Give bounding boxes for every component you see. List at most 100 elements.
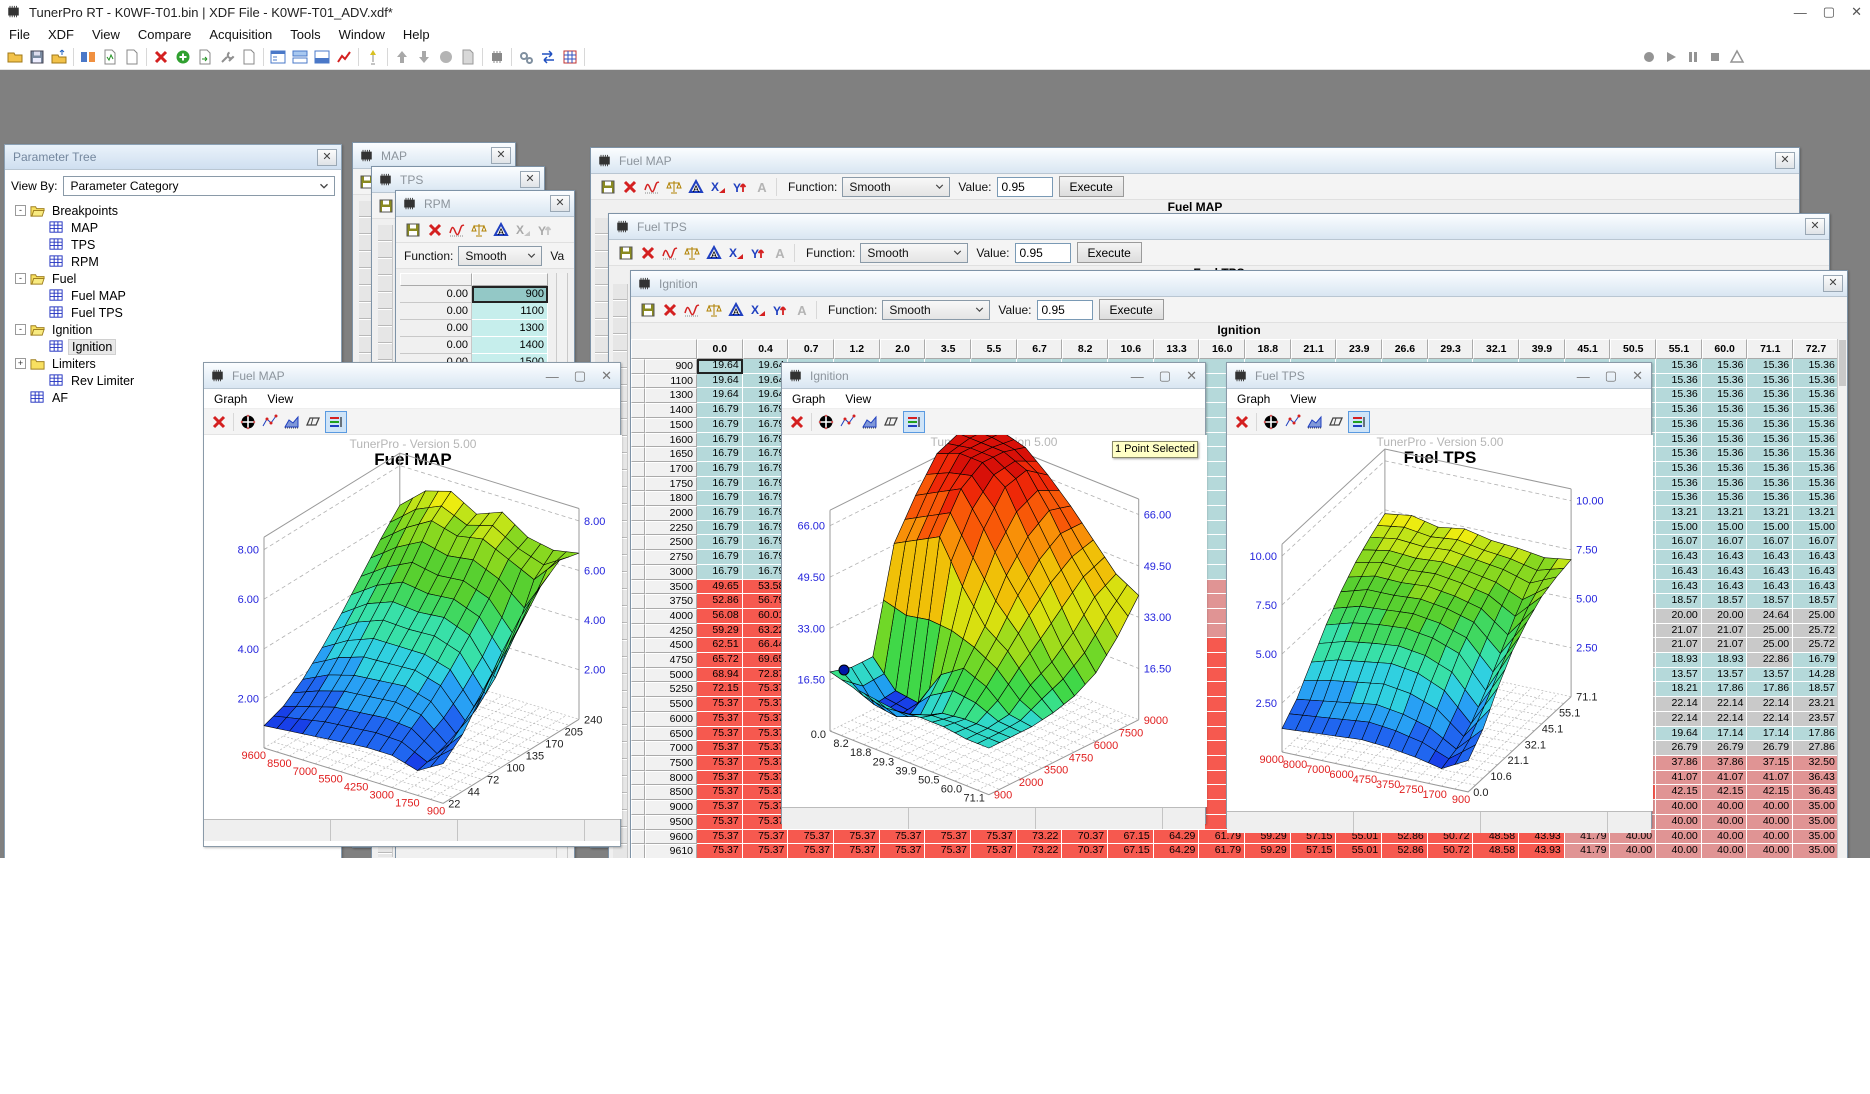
menu-view[interactable]: View bbox=[1280, 392, 1326, 406]
ignition-cell[interactable]: 75.37 bbox=[697, 727, 743, 742]
fuel-tps-graph-titlebar[interactable]: Fuel TPS —▢✕ bbox=[1227, 363, 1651, 389]
col-header[interactable]: 0.4 bbox=[743, 339, 789, 359]
ignition-cell[interactable]: 15.00 bbox=[1702, 521, 1748, 536]
ignition-cell[interactable]: 13.21 bbox=[1702, 506, 1748, 521]
row-header[interactable]: 1800 bbox=[645, 491, 697, 506]
ignition-cell[interactable]: 75.37 bbox=[697, 712, 743, 727]
delete-x-button[interactable] bbox=[150, 46, 172, 68]
ignition-cell[interactable]: 22.14 bbox=[1747, 712, 1793, 727]
ignition-cell[interactable]: 15.00 bbox=[1656, 521, 1702, 536]
menu-graph[interactable]: Graph bbox=[204, 392, 257, 406]
tree-item-ignition[interactable]: Ignition bbox=[11, 338, 335, 355]
ignition-cell[interactable]: 75.37 bbox=[697, 815, 743, 830]
ignition-cell[interactable]: 22.86 bbox=[1747, 653, 1793, 668]
function-select[interactable]: Smooth bbox=[842, 177, 950, 197]
collapse-icon[interactable]: - bbox=[15, 273, 26, 284]
ignition-cell[interactable]: 42.15 bbox=[1747, 785, 1793, 800]
fuel-map-window-titlebar[interactable]: Fuel MAP ✕ bbox=[591, 148, 1799, 174]
ignition-cell[interactable]: 36.43 bbox=[1793, 771, 1839, 786]
ignition-cell[interactable]: 40.00 bbox=[1702, 844, 1748, 858]
fuel-map-3d-surface[interactable]: TunerPro - Version 5.00Fuel MAP2.002.004… bbox=[204, 435, 622, 819]
ignition-cell[interactable]: 72.15 bbox=[697, 682, 743, 697]
col-header[interactable]: 50.5 bbox=[1610, 339, 1656, 359]
value-input[interactable] bbox=[997, 177, 1053, 197]
close-icon[interactable]: ✕ bbox=[491, 147, 511, 164]
ignition-cell[interactable]: 18.57 bbox=[1793, 594, 1839, 609]
ignition-cell[interactable]: 68.94 bbox=[697, 668, 743, 683]
save-olive-icon[interactable] bbox=[378, 198, 394, 214]
ignition-cell[interactable]: 19.64 bbox=[1656, 727, 1702, 742]
arrow-up-button[interactable] bbox=[391, 46, 413, 68]
ignition-cell[interactable]: 22.14 bbox=[1656, 712, 1702, 727]
plane-3d-button[interactable] bbox=[881, 411, 903, 433]
move-target-button[interactable] bbox=[815, 411, 837, 433]
row-header[interactable]: 5000 bbox=[645, 668, 697, 683]
ignition-cell[interactable]: 41.07 bbox=[1656, 771, 1702, 786]
col-header[interactable]: 21.1 bbox=[1291, 339, 1337, 359]
ignition-cell[interactable]: 15.36 bbox=[1747, 418, 1793, 433]
x-gray-button[interactable]: X bbox=[512, 219, 534, 241]
ignition-cell[interactable]: 16.79 bbox=[697, 477, 743, 492]
ignition-cell[interactable]: 22.14 bbox=[1702, 697, 1748, 712]
ignition-cell[interactable]: 41.07 bbox=[1747, 771, 1793, 786]
ignition-cell[interactable]: 42.15 bbox=[1656, 785, 1702, 800]
rpm-left-cell[interactable]: 0.00 bbox=[400, 286, 472, 303]
ignition-cell[interactable]: 15.36 bbox=[1793, 418, 1839, 433]
scales-button[interactable] bbox=[681, 242, 703, 264]
ignition-cell[interactable]: 35.00 bbox=[1793, 815, 1839, 830]
x-axis-button[interactable]: X bbox=[725, 242, 747, 264]
row-header[interactable]: 6500 bbox=[645, 727, 697, 742]
compare-button[interactable] bbox=[77, 46, 99, 68]
col-header[interactable]: 0.7 bbox=[788, 339, 834, 359]
ignition-cell[interactable]: 16.43 bbox=[1656, 550, 1702, 565]
y-axis-button[interactable]: Y bbox=[747, 242, 769, 264]
ignition-cell[interactable]: 67.15 bbox=[1108, 830, 1154, 845]
tri-a-button[interactable]: A bbox=[685, 176, 707, 198]
ignition-cell[interactable]: 16.43 bbox=[1702, 565, 1748, 580]
ignition-cell[interactable]: 75.37 bbox=[743, 830, 789, 845]
ignition-cell[interactable]: 75.37 bbox=[971, 830, 1017, 845]
ignition-cell[interactable]: 23.21 bbox=[1793, 697, 1839, 712]
ignition-cell[interactable]: 26.79 bbox=[1656, 741, 1702, 756]
ignition-cell[interactable]: 21.07 bbox=[1656, 624, 1702, 639]
col-header[interactable]: 45.1 bbox=[1565, 339, 1611, 359]
col-header[interactable]: 8.2 bbox=[1062, 339, 1108, 359]
add-circle-button[interactable] bbox=[172, 46, 194, 68]
rpm-value-cell[interactable]: 1100 bbox=[472, 303, 548, 320]
ignition-cell[interactable]: 16.43 bbox=[1747, 565, 1793, 580]
row-header[interactable]: 9600 bbox=[645, 830, 697, 845]
ignition-cell[interactable]: 21.07 bbox=[1702, 638, 1748, 653]
col-header[interactable]: 29.3 bbox=[1428, 339, 1474, 359]
row-header[interactable]: 6000 bbox=[645, 712, 697, 727]
ignition-cell[interactable]: 41.79 bbox=[1565, 844, 1611, 858]
ignition-cell[interactable]: 17.86 bbox=[1793, 727, 1839, 742]
row-header[interactable]: 3750 bbox=[645, 594, 697, 609]
ignition-cell[interactable]: 16.79 bbox=[697, 535, 743, 550]
ignition-cell[interactable]: 15.36 bbox=[1702, 388, 1748, 403]
ignition-cell[interactable]: 19.64 bbox=[697, 388, 743, 403]
tree-item-fuel[interactable]: -Fuel bbox=[11, 270, 335, 287]
ignition-cell[interactable]: 21.07 bbox=[1656, 638, 1702, 653]
ignition-cell[interactable]: 37.86 bbox=[1702, 756, 1748, 771]
ignition-cell[interactable]: 40.00 bbox=[1656, 830, 1702, 845]
ignition-cell[interactable]: 15.36 bbox=[1702, 447, 1748, 462]
ignition-cell[interactable]: 25.00 bbox=[1747, 638, 1793, 653]
ignition-cell[interactable]: 75.37 bbox=[697, 830, 743, 845]
function-select[interactable]: Smooth bbox=[458, 246, 542, 266]
col-header[interactable]: 0.0 bbox=[697, 339, 743, 359]
ignition-cell[interactable]: 19.64 bbox=[697, 374, 743, 389]
ignition-cell[interactable]: 40.00 bbox=[1702, 815, 1748, 830]
row-header[interactable]: 8500 bbox=[645, 785, 697, 800]
ignition-cell[interactable]: 19.64 bbox=[697, 359, 743, 374]
ignition-cell[interactable]: 36.43 bbox=[1793, 785, 1839, 800]
swap-arrows-button[interactable] bbox=[537, 46, 559, 68]
ignition-cell[interactable]: 75.37 bbox=[788, 844, 834, 858]
ignition-cell[interactable]: 70.37 bbox=[1062, 844, 1108, 858]
ignition-cell[interactable]: 75.37 bbox=[697, 844, 743, 858]
ignition-cell[interactable]: 15.36 bbox=[1702, 374, 1748, 389]
menu-acquisition[interactable]: Acquisition bbox=[200, 25, 281, 44]
ignition-cell[interactable]: 15.36 bbox=[1702, 477, 1748, 492]
ignition-cell[interactable]: 75.37 bbox=[925, 830, 971, 845]
ignition-cell[interactable]: 16.07 bbox=[1747, 535, 1793, 550]
ignition-cell[interactable]: 25.72 bbox=[1793, 638, 1839, 653]
